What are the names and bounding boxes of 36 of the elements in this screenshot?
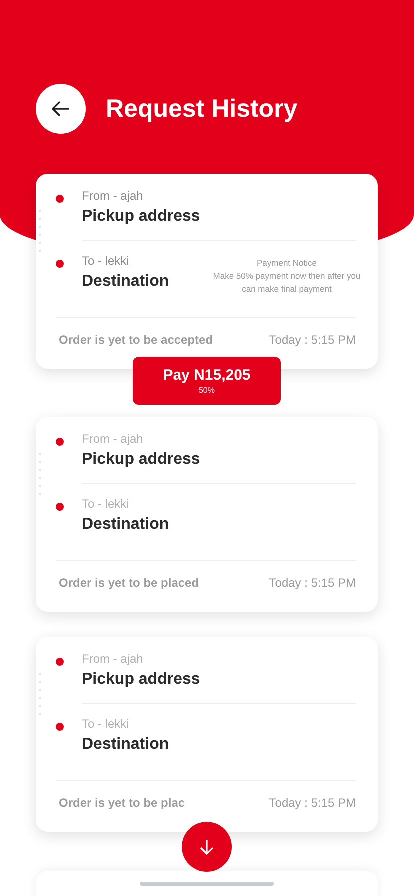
order-time: Today : 5:15 PM bbox=[269, 796, 356, 810]
destination-address: Destination bbox=[82, 272, 170, 292]
to-label: To - lekki bbox=[82, 496, 130, 512]
scroll-down-button[interactable] bbox=[182, 822, 232, 872]
from-label: From - ajah bbox=[82, 188, 144, 204]
notice-title: Payment Notice bbox=[256, 257, 318, 270]
pickup-address: Pickup address bbox=[82, 450, 200, 470]
pickup-dot-icon bbox=[56, 195, 64, 203]
order-status: Order is yet to be placed bbox=[59, 576, 200, 590]
back-arrow-icon bbox=[52, 101, 70, 117]
pickup-address: Pickup address bbox=[82, 207, 200, 227]
from-label: From - ajah bbox=[82, 651, 144, 667]
request-card[interactable]: From - ajah Pickup address To - lekki Destination Payment Notice Make 50% payment now then after you can make final payment Order is yet to be accepted Today : 5:15 PM bbox=[36, 174, 378, 369]
to-label: To - lekki bbox=[82, 716, 130, 732]
down-arrow-icon bbox=[200, 839, 214, 855]
request-card[interactable]: From - ajah Pickup address To - lekki Destination Order is yet to be plac Today : 5:15 PM bbox=[36, 637, 378, 832]
to-label: To - lekki bbox=[82, 253, 130, 269]
destination-dot-icon bbox=[56, 723, 64, 731]
notice-text: Make 50% payment now then after you can make final payment bbox=[212, 270, 362, 296]
destination-dot-icon bbox=[56, 260, 64, 268]
order-time: Today : 5:15 PM bbox=[269, 576, 356, 590]
from-label: From - ajah bbox=[82, 431, 144, 447]
sheet-handle[interactable] bbox=[140, 882, 274, 886]
destination-dot-icon bbox=[56, 503, 64, 511]
order-status: Order is yet to be accepted bbox=[59, 333, 214, 347]
pickup-dot-icon bbox=[56, 438, 64, 446]
back-button[interactable] bbox=[36, 84, 86, 134]
order-status: Order is yet to be plac bbox=[59, 796, 186, 810]
page-title: Request History bbox=[106, 94, 298, 125]
pay-button[interactable]: Pay N15,205 50% bbox=[133, 357, 281, 405]
destination-address: Destination bbox=[82, 515, 170, 535]
pickup-dot-icon bbox=[56, 658, 64, 666]
request-card[interactable]: From - ajah Pickup address To - lekki Destination Order is yet to be placed Today : 5:15 PM bbox=[36, 417, 378, 612]
pickup-address: Pickup address bbox=[82, 670, 200, 690]
destination-address: Destination bbox=[82, 735, 170, 755]
order-time: Today : 5:15 PM bbox=[269, 333, 356, 347]
